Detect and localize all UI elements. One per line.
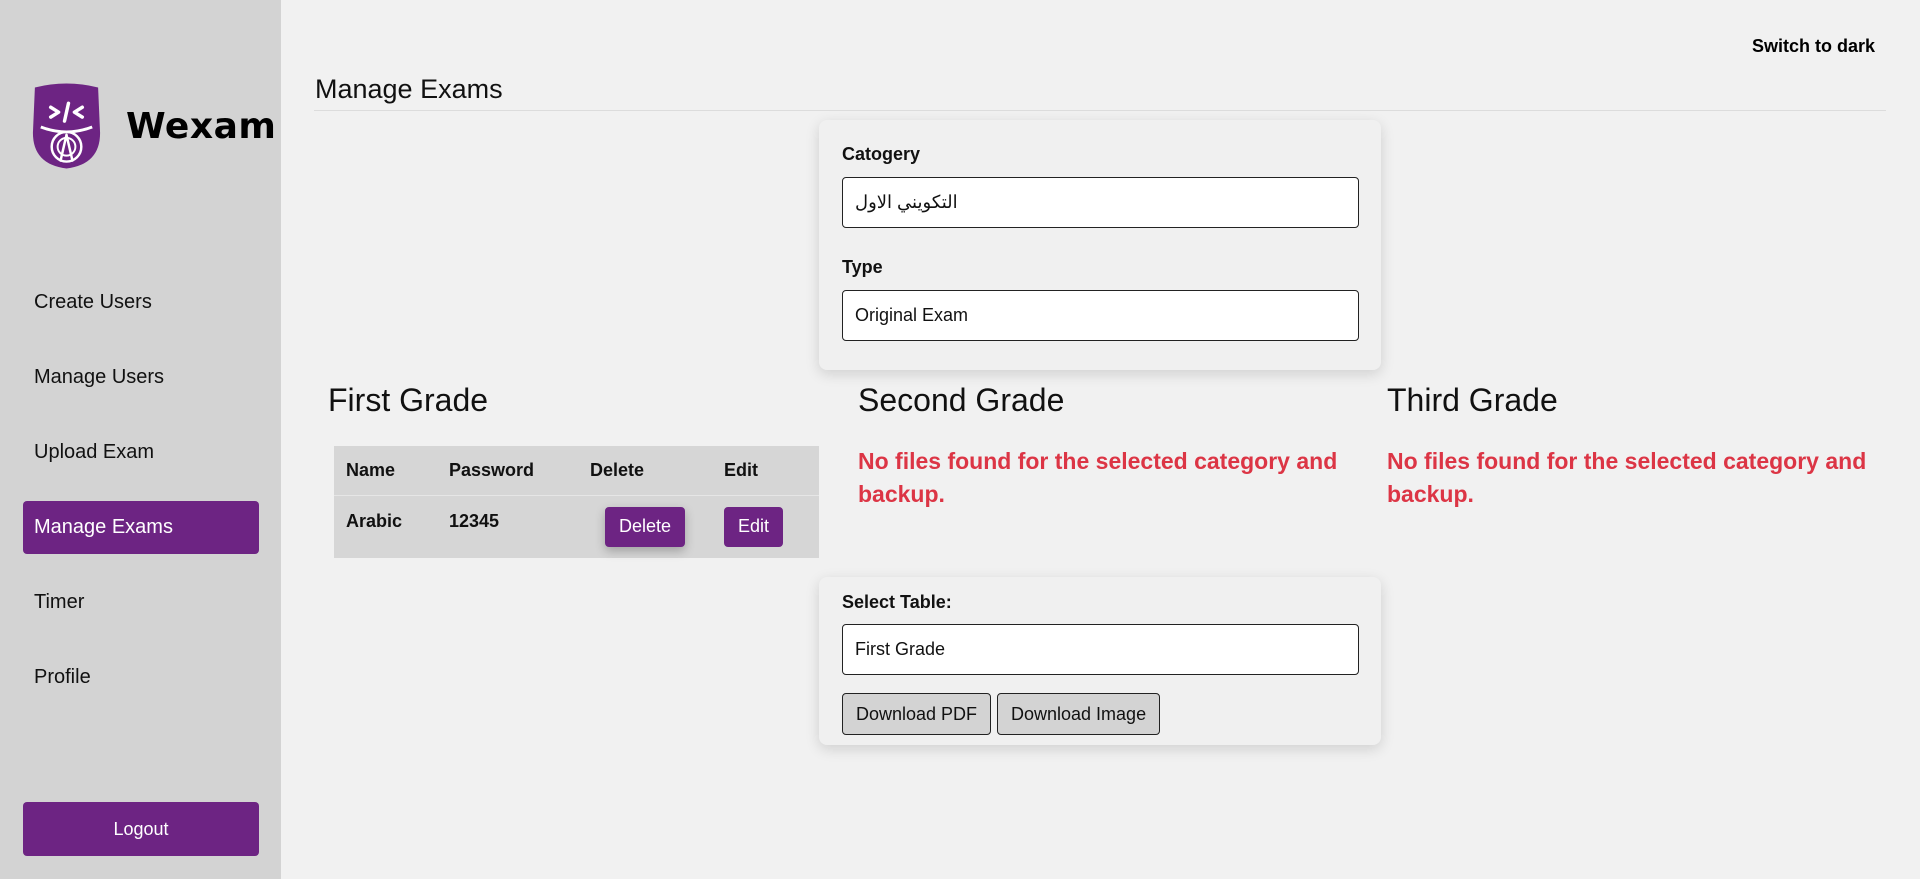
download-image-button[interactable]: Download Image bbox=[997, 693, 1161, 735]
sidebar-item-profile[interactable]: Profile bbox=[23, 651, 259, 704]
third-grade-empty-message: No files found for the selected category… bbox=[1387, 448, 1867, 507]
category-label: Catogery bbox=[842, 144, 921, 164]
sidebar-item-manage-users[interactable]: Manage Users bbox=[23, 351, 259, 404]
download-pdf-button[interactable]: Download PDF bbox=[842, 693, 992, 735]
code-shield-logo-icon bbox=[32, 83, 101, 169]
export-card: Select Table: First Grade Download PDF D… bbox=[819, 577, 1381, 745]
sidebar-item-create-users[interactable]: Create Users bbox=[23, 276, 259, 329]
column-header-edit: Edit bbox=[712, 446, 819, 496]
second-grade-empty-message: No files found for the selected category… bbox=[858, 448, 1338, 507]
exam-name-cell: Arabic bbox=[346, 510, 403, 531]
delete-cell: Delete bbox=[578, 495, 712, 558]
delete-button[interactable]: Delete bbox=[605, 506, 686, 547]
sidebar-item-manage-exams[interactable]: Manage Exams bbox=[23, 501, 259, 554]
table-row: Arabic 12345 Delete Edit bbox=[334, 495, 819, 558]
sidebar: Wexam Create Users Manage Users Upload E… bbox=[0, 0, 281, 879]
filter-card: Catogery التكويني الاول Type Original Ex… bbox=[819, 120, 1381, 370]
grade-title-first: First Grade bbox=[328, 382, 489, 418]
theme-toggle-button[interactable]: Switch to dark bbox=[1752, 36, 1875, 57]
page-title: Manage Exams bbox=[315, 74, 503, 104]
title-divider bbox=[314, 110, 1886, 111]
column-header-name: Name bbox=[334, 446, 437, 496]
table-header-row: Name Password Delete Edit bbox=[334, 446, 819, 496]
logout-button[interactable]: Logout bbox=[23, 802, 259, 856]
column-header-delete: Delete bbox=[578, 446, 712, 496]
brand[interactable]: Wexam bbox=[27, 81, 276, 171]
select-table-label: Select Table: bbox=[842, 592, 952, 612]
brand-name: Wexam bbox=[126, 105, 277, 147]
select-table-select[interactable]: First Grade bbox=[842, 624, 1359, 675]
exam-password-cell: 12345 bbox=[449, 510, 500, 531]
grade-title-second: Second Grade bbox=[858, 382, 1065, 418]
column-header-password: Password bbox=[437, 446, 578, 496]
category-select[interactable]: التكويني الاول bbox=[842, 177, 1359, 228]
sidebar-item-timer[interactable]: Timer bbox=[23, 576, 259, 629]
edit-button[interactable]: Edit bbox=[724, 506, 784, 547]
first-grade-table: Name Password Delete Edit Arabic 12345 D… bbox=[334, 446, 819, 558]
type-label: Type bbox=[842, 257, 883, 277]
grade-title-third: Third Grade bbox=[1387, 382, 1558, 418]
type-select[interactable]: Original Exam bbox=[842, 290, 1359, 341]
sidebar-item-upload-exam[interactable]: Upload Exam bbox=[23, 426, 259, 479]
edit-cell: Edit bbox=[712, 495, 819, 558]
sidebar-nav: Create Users Manage Users Upload Exam Ma… bbox=[23, 276, 259, 726]
